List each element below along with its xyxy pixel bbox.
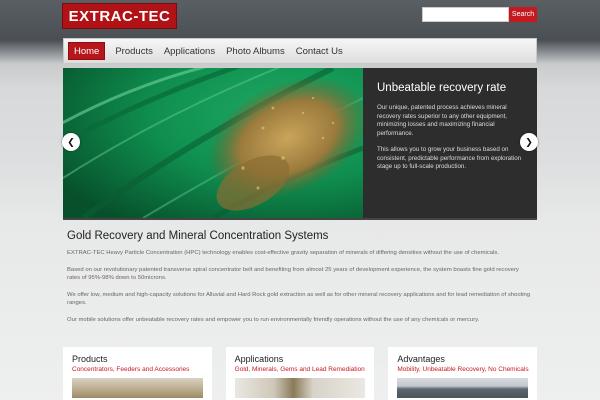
box-subtitle[interactable]: Mobility, Unbeatable Recovery, No Chemic… — [397, 366, 528, 373]
page-title: Gold Recovery and Mineral Concentration … — [67, 230, 329, 242]
box-title: Applications — [234, 354, 284, 364]
main-nav: Home Products Applications Photo Albums … — [63, 38, 537, 64]
box-advantages[interactable]: Advantages Mobility, Unbeatable Recovery… — [388, 347, 538, 400]
intro-paragraph: We offer low, medium and high-capacity s… — [67, 292, 531, 306]
box-title: Products — [72, 354, 108, 364]
intro-section: Gold Recovery and Mineral Concentration … — [63, 218, 537, 333]
nav-item-applications[interactable]: Applications — [159, 39, 220, 63]
search-form: Search — [422, 7, 537, 22]
search-button[interactable]: Search — [509, 7, 537, 22]
slide-paragraph: Our unique, patented process achieves mi… — [377, 104, 508, 137]
nav-item-home[interactable]: Home — [68, 42, 106, 60]
slide-caption: Unbeatable recovery rate Our unique, pat… — [377, 82, 527, 180]
box-image-mountains — [397, 378, 529, 398]
search-input[interactable] — [422, 7, 509, 22]
intro-paragraph: EXTRAC-TEC Heavy Particle Concentration … — [67, 250, 499, 256]
box-image-plants — [234, 378, 366, 398]
slide-paragraph: This allows you to grow your business ba… — [377, 146, 522, 170]
slide-image-gold-pan — [63, 68, 363, 218]
box-products[interactable]: Products Concentrators, Feeders and Acce… — [63, 347, 212, 400]
logo[interactable]: EXTRAC-TEC — [62, 3, 177, 29]
hero-slider: Unbeatable recovery rate Our unique, pat… — [63, 68, 537, 218]
chevron-left-icon[interactable]: ❮ — [62, 133, 80, 151]
intro-paragraph: Our mobile solutions offer unbeatable re… — [67, 317, 480, 323]
box-image-landscape — [72, 378, 203, 398]
nav-item-products[interactable]: Products — [110, 39, 158, 63]
box-applications[interactable]: Applications Gold, Minerals, Gems and Le… — [225, 347, 375, 400]
slide-title: Unbeatable recovery rate — [377, 82, 507, 94]
chevron-right-icon[interactable]: ❯ — [520, 133, 538, 151]
box-subtitle[interactable]: Gold, Minerals, Gems and Lead Remediatio… — [235, 366, 366, 373]
nav-item-contact-us[interactable]: Contact Us — [291, 39, 348, 63]
box-subtitle[interactable]: Concentrators, Feeders and Accessories — [72, 366, 203, 373]
nav-item-photo-albums[interactable]: Photo Albums — [221, 39, 290, 63]
feature-boxes: Products Concentrators, Feeders and Acce… — [63, 347, 538, 400]
intro-paragraph: Based on our revolutionary patented tran… — [67, 267, 519, 281]
logo-text: EXTRAC-TEC — [68, 7, 171, 25]
box-title: Advantages — [397, 354, 445, 364]
